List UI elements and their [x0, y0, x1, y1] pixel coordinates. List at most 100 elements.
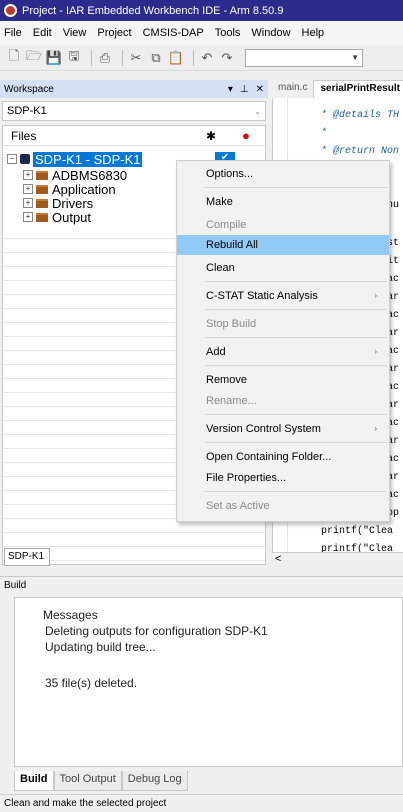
- expand-icon[interactable]: +: [23, 170, 33, 180]
- menu-separator: [205, 309, 387, 310]
- copy-icon[interactable]: ⧉: [148, 50, 164, 66]
- menu-item-rebuild-all[interactable]: Rebuild All: [177, 235, 389, 255]
- tab-debug-log[interactable]: Debug Log: [121, 771, 188, 791]
- undo-icon[interactable]: ↶: [199, 50, 215, 66]
- app-icon: [4, 4, 17, 17]
- menu-item-label: Stop Build: [206, 318, 257, 330]
- paste-icon[interactable]: 📋: [168, 50, 184, 66]
- menu-project[interactable]: Project: [97, 27, 131, 39]
- menu-item-label: Rename...: [206, 395, 257, 407]
- submenu-arrow-icon: ›: [374, 424, 377, 433]
- find-combo[interactable]: ▼: [245, 48, 363, 67]
- menu-item-c-stat-static-analysis[interactable]: C-STAT Static Analysis ›: [177, 286, 389, 306]
- window-title: Project - IAR Embedded Workbench IDE - A…: [22, 4, 284, 17]
- menu-separator: [205, 491, 387, 492]
- menu-item-open-containing-folder[interactable]: Open Containing Folder...: [177, 447, 389, 467]
- tree-item-root[interactable]: − SDP-K1 - SDP-K1: [7, 151, 143, 167]
- grid-line: [3, 532, 265, 533]
- tree-item-label: Output: [52, 209, 92, 225]
- dropdown-icon[interactable]: ▾: [228, 84, 233, 95]
- editor-tabs: main.c serialPrintResult: [272, 80, 403, 98]
- menu-item-label: Add: [206, 346, 226, 358]
- menu-cmsis-dap[interactable]: CMSIS-DAP: [143, 27, 204, 39]
- menu-item-label: Clean: [206, 262, 235, 274]
- folder-icon: [36, 198, 48, 208]
- new-file-icon[interactable]: 🗋: [6, 48, 22, 66]
- print-icon[interactable]: ⎙: [97, 50, 113, 66]
- files-label: Files: [11, 128, 37, 143]
- code-line: *: [321, 128, 328, 139]
- menu-item-label: Compile: [206, 219, 247, 231]
- menu-item-file-properties[interactable]: File Properties...: [177, 468, 389, 488]
- tab-build[interactable]: Build: [14, 771, 54, 791]
- menu-item-clean[interactable]: Clean: [177, 258, 389, 278]
- menu-item-stop-build: Stop Build: [177, 314, 389, 334]
- redo-icon[interactable]: ↷: [219, 50, 235, 66]
- menu-item-label: File Properties...: [206, 472, 287, 484]
- save-all-icon[interactable]: 🖫: [66, 48, 82, 66]
- open-file-icon[interactable]: 🗁: [26, 48, 42, 66]
- expand-icon[interactable]: +: [23, 198, 33, 208]
- menu-separator: [205, 281, 387, 282]
- tab-tool-output[interactable]: Tool Output: [53, 771, 122, 791]
- tree-item-adbms6830[interactable]: + ADBMS6830: [23, 167, 128, 183]
- menu-item-set-as-active: Set as Active: [177, 496, 389, 516]
- menu-item-remove[interactable]: Remove: [177, 370, 389, 390]
- pin-icon[interactable]: ⊥: [240, 84, 249, 95]
- chevron-down-icon: ⌄: [254, 106, 261, 116]
- horizontal-scrollbar[interactable]: <: [272, 552, 403, 566]
- code-line: printf("Clea: [321, 526, 394, 537]
- menu-item-label: Remove: [206, 374, 247, 386]
- menu-item-label: Options...: [206, 168, 254, 180]
- tab-serial-print-result[interactable]: serialPrintResult: [313, 80, 403, 98]
- menu-item-compile: Compile: [177, 215, 389, 235]
- tree-item-drivers[interactable]: + Drivers: [23, 195, 94, 211]
- workspace-tab[interactable]: SDP-K1: [4, 548, 50, 566]
- menu-bar: File Edit View Project CMSIS-DAP Tools W…: [0, 21, 403, 45]
- menu-file[interactable]: File: [4, 27, 22, 39]
- tree-item-label: ADBMS6830: [52, 167, 128, 183]
- expand-icon[interactable]: +: [23, 212, 33, 222]
- save-icon[interactable]: 💾: [46, 50, 62, 66]
- close-icon[interactable]: ✕: [256, 84, 264, 95]
- tree-item-label: Drivers: [52, 195, 94, 211]
- folder-icon: [36, 170, 48, 180]
- tree-item-output[interactable]: + Output: [23, 209, 92, 225]
- collapse-icon[interactable]: −: [7, 154, 17, 164]
- title-bar: Project - IAR Embedded Workbench IDE - A…: [0, 0, 403, 21]
- menu-view[interactable]: View: [63, 27, 87, 39]
- cut-icon[interactable]: ✂: [128, 50, 144, 66]
- configuration-select[interactable]: SDP-K1 ⌄: [2, 101, 266, 121]
- menu-item-add[interactable]: Add ›: [177, 342, 389, 362]
- menu-item-label: Rebuild All: [206, 239, 258, 251]
- workspace-header: Workspace ▾ ⊥ ✕: [0, 80, 268, 98]
- menu-separator: [205, 337, 387, 338]
- toolbar-separator: [91, 49, 92, 66]
- build-header: Build: [0, 576, 403, 594]
- menu-item-label: Set as Active: [206, 500, 270, 512]
- build-tabs: Build Tool Output Debug Log: [14, 771, 188, 791]
- menu-separator: [205, 365, 387, 366]
- scroll-left-icon[interactable]: <: [275, 553, 281, 565]
- tree-item-label: Application: [52, 181, 116, 197]
- workspace-title: Workspace: [4, 83, 54, 95]
- expand-icon[interactable]: +: [23, 184, 33, 194]
- menu-item-make[interactable]: Make: [177, 192, 389, 212]
- tab-main-c[interactable]: main.c: [272, 80, 313, 98]
- build-message: Deleting outputs for configuration SDP-K…: [45, 624, 268, 638]
- menu-item-version-control-system[interactable]: Version Control System ›: [177, 419, 389, 439]
- grid-line: [3, 546, 265, 547]
- menu-help[interactable]: Help: [302, 27, 325, 39]
- project-icon: [20, 154, 30, 164]
- menu-window[interactable]: Window: [251, 27, 290, 39]
- menu-tools[interactable]: Tools: [215, 27, 241, 39]
- files-header: Files ✱ ●: [3, 126, 265, 146]
- tree-item-application[interactable]: + Application: [23, 181, 116, 197]
- gear-icon: ✱: [206, 129, 217, 143]
- folder-icon: [36, 184, 48, 194]
- menu-separator: [205, 442, 387, 443]
- menu-item-label: Open Containing Folder...: [206, 451, 332, 463]
- menu-edit[interactable]: Edit: [33, 27, 52, 39]
- menu-item-options[interactable]: Options...: [177, 164, 389, 184]
- folder-icon: [36, 212, 48, 222]
